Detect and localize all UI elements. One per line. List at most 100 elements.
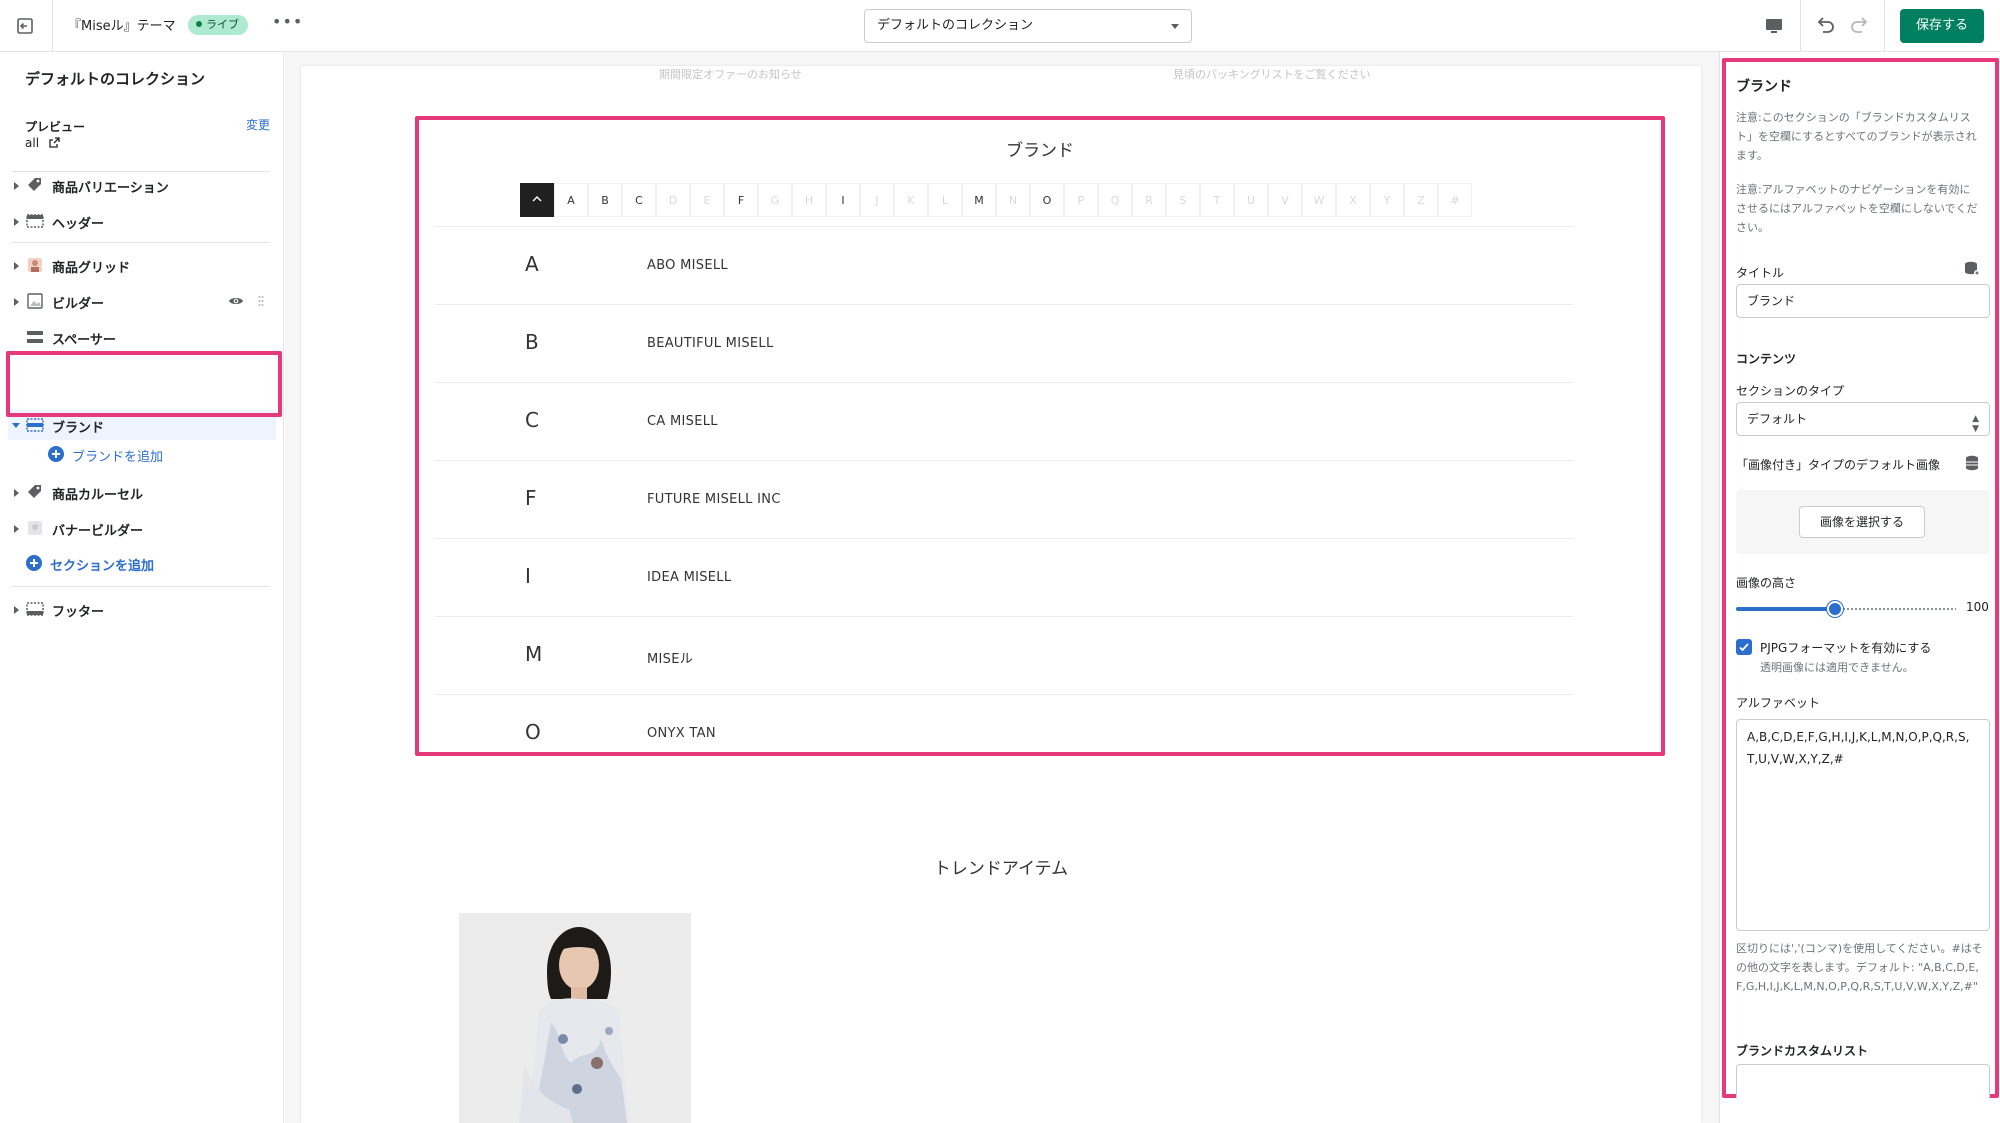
undo-icon[interactable] <box>1812 13 1838 39</box>
alphabet-letter-g[interactable]: G <box>758 183 792 217</box>
brand-name-link[interactable]: ONYX TAN <box>647 726 716 741</box>
brand-section-preview[interactable]: ブランド A B C D E F G H I J K L M N O P Q R S T U V W X Y Z # A ABO MI… <box>415 116 1665 756</box>
pjpg-help: 透明画像には適用できません。 <box>1760 661 1914 674</box>
alphabet-letter-t[interactable]: T <box>1200 183 1234 217</box>
sidebar-item-product-carousel[interactable]: 商品カルーセル <box>8 477 276 507</box>
brand-name-link[interactable]: CA MISELL <box>647 414 718 429</box>
alphabet-letter-i[interactable]: I <box>826 183 860 217</box>
live-dot-icon <box>196 21 202 27</box>
title-input[interactable]: ブランド <box>1736 284 1990 318</box>
divider <box>52 0 53 52</box>
alphabet-letter-r[interactable]: R <box>1132 183 1166 217</box>
sidebar-item-product-variation[interactable]: 商品バリエーション <box>8 170 276 200</box>
pjpg-checkbox[interactable] <box>1736 639 1752 655</box>
alphabet-letter-l[interactable]: L <box>928 183 962 217</box>
caret-right-icon[interactable] <box>14 182 19 190</box>
trend-product-image[interactable] <box>459 913 691 1123</box>
caret-down-icon[interactable] <box>12 423 20 428</box>
alphabet-letter-w[interactable]: W <box>1302 183 1336 217</box>
redo-icon[interactable] <box>1847 13 1873 39</box>
caret-right-icon[interactable] <box>14 525 19 533</box>
footer-layout-icon <box>26 602 44 616</box>
sidebar-item-footer[interactable]: フッター <box>8 594 276 624</box>
sidebar-item-header[interactable]: ヘッダー <box>8 206 276 236</box>
alphabet-letter-h[interactable]: H <box>792 183 826 217</box>
alphabet-letter-u[interactable]: U <box>1234 183 1268 217</box>
divider <box>12 242 270 243</box>
brand-name-link[interactable]: IDEA MISELL <box>647 570 731 585</box>
template-select[interactable]: デフォルトのコレクション <box>864 9 1192 43</box>
alphabet-letter-x[interactable]: X <box>1336 183 1370 217</box>
brand-group-letter: A <box>525 252 539 276</box>
image-height-value: 100 <box>1966 600 1989 614</box>
settings-panel: ブランド 注意:このセクションの「ブランドカスタムリスト」を空欄にするとすべての… <box>1719 52 2000 1123</box>
caret-right-icon[interactable] <box>14 606 19 614</box>
alphabet-navigation: A B C D E F G H I J K L M N O P Q R S T U V W X Y Z # <box>520 183 1472 217</box>
highlight-frame-settings: ブランド 注意:このセクションの「ブランドカスタムリスト」を空欄にするとすべての… <box>1722 58 1999 1098</box>
alphabet-letter-y[interactable]: Y <box>1370 183 1404 217</box>
alphabet-letter-d[interactable]: D <box>656 183 690 217</box>
alphabet-label: アルファベット <box>1736 696 1820 710</box>
faded-offer-text: 期間限定オファーのお知らせ <box>659 68 802 81</box>
add-brand-button[interactable]: ブランドを追加 <box>48 443 248 465</box>
brand-group-letter: O <box>525 720 541 744</box>
sidebar-item-spacer[interactable]: スペーサー <box>8 322 276 352</box>
alphabet-all-button[interactable] <box>520 183 554 217</box>
custom-list-input[interactable] <box>1736 1064 1990 1098</box>
brand-name-link[interactable]: ABO MISELL <box>647 258 728 273</box>
save-button[interactable]: 保存する <box>1900 9 1984 43</box>
caret-right-icon[interactable] <box>14 489 19 497</box>
alphabet-letter-e[interactable]: E <box>690 183 724 217</box>
slider-thumb[interactable] <box>1827 601 1843 617</box>
brand-name-link[interactable]: FUTURE MISELL INC <box>647 492 781 507</box>
brand-name-link[interactable]: BEAUTIFUL MISELL <box>647 336 773 351</box>
content-heading: コンテンツ <box>1736 352 1797 366</box>
select-image-button[interactable]: 画像を選択する <box>1799 506 1925 538</box>
sidebar-item-label: 商品バリエーション <box>52 181 169 196</box>
add-section-button[interactable]: セクションを追加 <box>26 552 226 574</box>
sidebar-item-product-grid[interactable]: 商品グリッド <box>8 250 276 280</box>
alphabet-letter-n[interactable]: N <box>996 183 1030 217</box>
desktop-view-icon[interactable] <box>1762 14 1786 38</box>
image-height-slider[interactable] <box>1736 601 1956 617</box>
preview-label: プレビュー <box>25 120 86 134</box>
alphabet-letter-a[interactable]: A <box>554 183 588 217</box>
tag-icon <box>28 485 41 498</box>
more-actions-button[interactable]: ••• <box>272 12 303 31</box>
sidebar-item-label: ヘッダー <box>52 217 105 232</box>
drag-handle-icon[interactable] <box>258 295 264 307</box>
alphabet-letter-q[interactable]: Q <box>1098 183 1132 217</box>
dynamic-source-icon[interactable] <box>1963 454 1981 472</box>
preview-value[interactable]: all <box>25 136 60 150</box>
eye-icon[interactable] <box>228 294 244 308</box>
slider-fill <box>1736 607 1835 611</box>
alphabet-letter-c[interactable]: C <box>622 183 656 217</box>
caret-right-icon[interactable] <box>14 218 19 226</box>
alphabet-letter-s[interactable]: S <box>1166 183 1200 217</box>
sidebar-item-banner-builder[interactable]: バナービルダー <box>8 513 276 543</box>
section-type-value: デフォルト <box>1747 412 1808 426</box>
alphabet-letter-m[interactable]: M <box>962 183 996 217</box>
sidebar-item-builder[interactable]: ビルダー <box>8 286 276 316</box>
alphabet-letter-p[interactable]: P <box>1064 183 1098 217</box>
divider <box>1800 0 1801 52</box>
exit-icon[interactable] <box>14 14 38 38</box>
alphabet-letter-z[interactable]: Z <box>1404 183 1438 217</box>
change-preview-link[interactable]: 変更 <box>246 116 270 133</box>
dynamic-source-icon[interactable] <box>1963 260 1981 278</box>
alphabet-letter-j[interactable]: J <box>860 183 894 217</box>
alphabet-letter-hash[interactable]: # <box>1438 183 1472 217</box>
alphabet-letter-f[interactable]: F <box>724 183 758 217</box>
caret-right-icon[interactable] <box>14 298 19 306</box>
brand-name-link[interactable]: MISEル <box>647 648 693 667</box>
alphabet-letter-o[interactable]: O <box>1030 183 1064 217</box>
alphabet-letter-v[interactable]: V <box>1268 183 1302 217</box>
alphabet-letter-k[interactable]: K <box>894 183 928 217</box>
live-badge: ライブ <box>188 15 248 35</box>
alphabet-letter-b[interactable]: B <box>588 183 622 217</box>
alphabet-textarea[interactable]: A,B,C,D,E,F,G,H,I,J,K,L,M,N,O,P,Q,R,S,T,… <box>1736 719 1990 931</box>
external-link-icon <box>49 137 60 148</box>
section-type-select[interactable]: デフォルト ▲ ▼ <box>1736 402 1990 436</box>
sidebar-item-label: 商品カルーセル <box>52 488 144 503</box>
caret-right-icon[interactable] <box>14 262 19 270</box>
